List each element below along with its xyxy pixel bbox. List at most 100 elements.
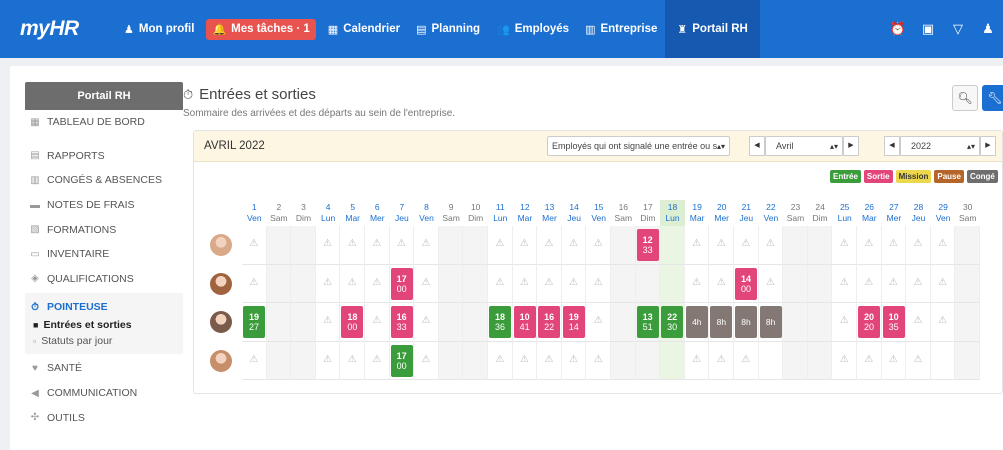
- exit-block[interactable]: 16 33: [390, 306, 413, 338]
- exit-block[interactable]: 17 00: [390, 267, 413, 300]
- day-cell[interactable]: ⚠: [561, 264, 587, 303]
- day-cell[interactable]: ⚠: [315, 303, 341, 342]
- sidebar-subitem[interactable]: ■ Entrées et sorties: [25, 317, 183, 333]
- day-cell[interactable]: 17 00: [389, 264, 415, 303]
- day-cell[interactable]: ⚠: [881, 226, 907, 265]
- day-cell[interactable]: ⚠: [561, 226, 587, 265]
- day-cell[interactable]: ⚠: [857, 226, 882, 265]
- sidebar-item-expenses[interactable]: ▬ NOTES DE FRAIS: [25, 193, 183, 218]
- day-cell[interactable]: 8h: [758, 303, 784, 342]
- day-cell[interactable]: [783, 226, 808, 265]
- leave-block[interactable]: 8h: [735, 306, 757, 338]
- day-cell[interactable]: ⚠: [586, 303, 611, 342]
- day-cell[interactable]: [291, 341, 316, 380]
- employee-avatar[interactable]: [210, 272, 232, 295]
- sidebar-item-inventory[interactable]: ▭ INVENTAIRE: [25, 242, 183, 267]
- day-cell[interactable]: ⚠: [365, 226, 390, 265]
- day-cell[interactable]: 18 36: [488, 303, 513, 342]
- day-cell[interactable]: ⚠: [734, 226, 759, 265]
- entry-block[interactable]: 13 51: [636, 306, 659, 338]
- exit-block[interactable]: 16 22: [538, 306, 561, 338]
- day-cell[interactable]: ⚠: [709, 341, 734, 380]
- sidebar-item-megaphone[interactable]: ◀ COMMUNICATION: [25, 381, 183, 406]
- day-cell[interactable]: [611, 226, 636, 265]
- day-cell[interactable]: ⚠: [488, 264, 513, 303]
- day-cell[interactable]: [955, 226, 980, 265]
- nav-item-bell[interactable]: 🔔 Mes tâches · 1: [202, 0, 319, 58]
- day-cell[interactable]: [266, 303, 292, 342]
- day-cell[interactable]: [438, 226, 464, 265]
- day-cell[interactable]: 18 00: [340, 303, 365, 342]
- day-cell[interactable]: 14 00: [734, 264, 759, 303]
- day-cell[interactable]: ⚠: [488, 341, 513, 380]
- employee-avatar[interactable]: [210, 311, 232, 333]
- day-cell[interactable]: [930, 341, 956, 380]
- day-cell[interactable]: [758, 341, 784, 380]
- day-cell[interactable]: 17 00: [389, 341, 415, 380]
- day-cell[interactable]: 13 51: [635, 303, 661, 342]
- sidebar-item-tools[interactable]: ✣ OUTILS: [25, 405, 183, 430]
- day-cell[interactable]: [955, 341, 980, 380]
- day-cell[interactable]: ⚠: [586, 341, 611, 380]
- day-cell[interactable]: [783, 341, 808, 380]
- day-cell[interactable]: [291, 264, 316, 303]
- day-cell[interactable]: ⚠: [242, 226, 267, 265]
- sidebar-item-report[interactable]: ▤ RAPPORTS: [25, 144, 183, 169]
- day-cell[interactable]: ⚠: [758, 226, 784, 265]
- day-cell[interactable]: ⚠: [340, 264, 365, 303]
- day-cell[interactable]: [438, 264, 464, 303]
- day-cell[interactable]: ⚠: [488, 226, 513, 265]
- day-cell[interactable]: [660, 226, 685, 265]
- day-cell[interactable]: ⚠: [930, 303, 956, 342]
- day-cell[interactable]: ⚠: [512, 341, 538, 380]
- sidebar-item-leave[interactable]: ▥ CONGÉS & ABSENCES: [25, 168, 183, 193]
- day-cell[interactable]: [463, 226, 488, 265]
- entry-block[interactable]: 19 27: [243, 306, 265, 338]
- day-cell[interactable]: ⚠: [365, 341, 390, 380]
- day-cell[interactable]: 10 41: [512, 303, 538, 342]
- employee-avatar[interactable]: [210, 349, 232, 372]
- nav-item-user[interactable]: ♟ Mon profil: [116, 0, 202, 58]
- day-cell[interactable]: [463, 303, 488, 342]
- sidebar-item-heart[interactable]: ♥ SANTÉ: [25, 356, 183, 381]
- exit-block[interactable]: 19 14: [562, 306, 585, 338]
- nav-item-users[interactable]: 👥 Employés: [488, 0, 577, 58]
- year-select[interactable]: 2022 ▴▾: [900, 136, 980, 156]
- day-cell[interactable]: [807, 341, 833, 380]
- day-cell[interactable]: [438, 303, 464, 342]
- exit-block[interactable]: 18 00: [341, 306, 364, 338]
- day-cell[interactable]: [266, 264, 292, 303]
- sidebar-item-clock[interactable]: ⏱ POINTEUSE: [25, 297, 183, 317]
- day-cell[interactable]: [291, 303, 316, 342]
- day-cell[interactable]: ⚠: [340, 341, 365, 380]
- entry-block[interactable]: 18 36: [489, 306, 511, 338]
- day-cell[interactable]: ⚠: [389, 226, 415, 265]
- day-cell[interactable]: ⚠: [758, 264, 784, 303]
- exit-block[interactable]: 10 35: [882, 306, 905, 338]
- day-cell[interactable]: ⚠: [906, 226, 931, 265]
- employee-avatar[interactable]: [210, 234, 232, 256]
- day-cell[interactable]: [807, 303, 833, 342]
- day-cell[interactable]: [807, 264, 833, 303]
- day-cell[interactable]: ⚠: [315, 341, 341, 380]
- day-cell[interactable]: ⚠: [734, 341, 759, 380]
- day-cell[interactable]: 10 35: [881, 303, 907, 342]
- day-cell[interactable]: 12 33: [635, 226, 661, 265]
- day-cell[interactable]: ⚠: [684, 341, 710, 380]
- user-icon[interactable]: ♟: [973, 21, 1003, 37]
- day-cell[interactable]: [955, 303, 980, 342]
- day-cell[interactable]: [438, 341, 464, 380]
- sidebar-subitem[interactable]: ▫ Statuts par jour: [25, 333, 183, 349]
- day-cell[interactable]: [611, 264, 636, 303]
- day-cell[interactable]: [660, 341, 685, 380]
- day-cell[interactable]: ⚠: [537, 226, 562, 265]
- day-cell[interactable]: ⚠: [684, 264, 710, 303]
- day-cell[interactable]: ⚠: [537, 341, 562, 380]
- month-next-button[interactable]: ▶: [843, 136, 859, 156]
- day-cell[interactable]: ⚠: [881, 341, 907, 380]
- nav-item-hr-portal[interactable]: ♜ Portail RH: [665, 0, 760, 58]
- day-cell[interactable]: ⚠: [709, 226, 734, 265]
- day-cell[interactable]: ⚠: [832, 226, 857, 265]
- leave-block[interactable]: 4h: [685, 306, 708, 338]
- month-select[interactable]: Avril ▴▾: [765, 136, 843, 156]
